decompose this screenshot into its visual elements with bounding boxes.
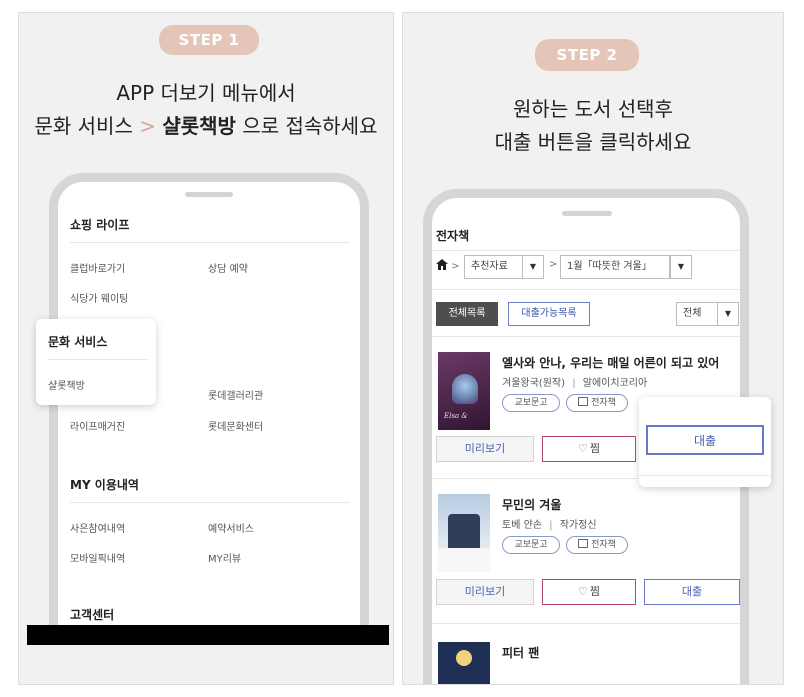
phone-notch [185,192,233,197]
section-shopping-life: 쇼핑 라이프 [70,218,130,232]
book-cover[interactable] [438,494,490,572]
section-customer-center: 고객센터 [70,608,115,622]
menu-item-my-review[interactable]: MY리뷰 [208,550,241,565]
divider [70,242,350,243]
step2-headline-line2: 대출 버튼을 클릭하세요 [494,130,692,154]
wishlist-button[interactable]: ♡ 찜 [542,436,636,462]
divider [432,250,740,251]
book-cover[interactable]: Elsa & [438,352,490,430]
book-meta: 겨울왕국(원작) | 알에이치코리아 [502,374,647,389]
ebook-badge-label: 전자책 [591,540,616,550]
divider [639,475,771,476]
step2-badge: STEP 2 [535,39,639,71]
ebook-icon [578,539,589,548]
step1-panel: STEP 1 APP 더보기 메뉴에서 문화 서비스 > 샬롯책방 으로 접속하… [18,12,394,685]
loan-button-highlighted[interactable]: 대출 [646,425,764,455]
headline-connect-text: 으로 접속하세요 [242,114,378,138]
menu-item-lotte-gallery[interactable]: 롯데갤러리관 [208,387,263,402]
cover-moon [456,650,472,666]
chevron-right-icon: > [549,259,558,270]
loan-highlight-card: 대출 [639,397,771,487]
headline-charlotte-bookroom: 샬롯책방 [162,114,236,138]
ebook-badge-label: 전자책 [591,398,616,408]
wishlist-label: 찜 [589,442,600,455]
step2-panel: STEP 2 원하는 도서 선택후 대출 버튼을 클릭하세요 전자책 > 추천자… [402,12,784,685]
book-meta: 토베 얀손 | 작가정신 [502,516,597,531]
book-title[interactable]: 피터 팬 [502,644,539,661]
ebook-icon [578,397,589,406]
step1-badge: STEP 1 [159,25,259,55]
menu-item-reservation[interactable]: 예약서비스 [208,520,254,535]
collection-select[interactable]: 1월「따뜻한 겨울」 [560,255,670,279]
book-author: 겨울왕국(원작) [502,378,566,389]
book-title[interactable]: 무민의 겨울 [502,496,561,513]
menu-item-club[interactable]: 클럽바로가기 [70,260,125,275]
cover-illustration [452,374,478,404]
chevron-down-icon[interactable]: ▼ [522,255,544,279]
ebook-section-title: 전자책 [436,229,470,243]
cover-illustration [448,514,480,548]
divider [70,502,350,503]
sort-select[interactable]: 전체 [676,302,720,326]
chevron-down-icon[interactable]: ▼ [670,255,692,279]
home-icon[interactable] [436,259,448,270]
step1-headline-line2: 문화 서비스 > 샬롯책방 으로 접속하세요 [19,110,393,143]
menu-item-culture-center[interactable]: 롯데문화센터 [208,418,263,433]
tab-all-list[interactable]: 전체목록 [436,302,498,326]
step2-headline-line1: 원하는 도서 선택후 [513,97,673,121]
wishlist-button[interactable]: ♡ 찜 [542,579,636,605]
ebook-badge: 전자책 [566,394,628,412]
store-badge: 교보문고 [502,536,560,554]
menu-item-waiting[interactable]: 식당가 웨이팅 [70,290,128,305]
chevron-down-icon[interactable]: ▼ [717,302,739,326]
heart-icon: ♡ [578,442,588,455]
section-my-history: MY 이용내역 [70,478,139,492]
heart-icon: ♡ [578,585,588,598]
chevron-right-icon: > [451,261,460,272]
menu-item-gift-history[interactable]: 사은참여내역 [70,520,125,535]
headline-culture-service: 문화 서비스 [34,114,133,138]
phone-notch [562,211,612,216]
meta-separator: | [549,520,553,531]
step1-headline-line1: APP 더보기 메뉴에서 [116,81,296,105]
divider [432,289,740,290]
menu-item-life-magazine[interactable]: 라이프매거진 [70,418,125,433]
bottom-black-bar [27,625,389,645]
culture-service-highlight-card: 문화 서비스 샬롯책방 [36,319,156,405]
preview-button[interactable]: 미리보기 [436,579,534,605]
tab-available-list[interactable]: 대출가능목록 [508,302,590,326]
store-badge: 교보문고 [502,394,560,412]
preview-button[interactable]: 미리보기 [436,436,534,462]
menu-item-consult[interactable]: 상담 예약 [208,260,248,275]
menu-item-charlotte-bookroom[interactable]: 샬롯책방 [48,377,85,392]
cover-script-mark: Elsa & [444,412,468,420]
divider [432,623,740,624]
headline-arrow: > [139,114,156,138]
breadcrumb: > [436,259,460,272]
book-publisher: 작가정신 [559,520,597,531]
meta-separator: | [572,378,576,389]
wishlist-label: 찜 [589,585,600,598]
book-cover[interactable] [438,642,490,684]
book-author: 토베 얀손 [502,520,542,531]
loan-button[interactable]: 대출 [644,579,740,605]
ebook-badge: 전자책 [566,536,628,554]
book-publisher: 알에이치코리아 [582,378,648,389]
section-culture-service: 문화 서비스 [48,335,108,349]
divider [432,336,740,337]
menu-item-mobile-pick[interactable]: 모바일픽내역 [70,550,125,565]
book-title[interactable]: 엘사와 안나, 우리는 매일 어른이 되고 있어 [502,354,719,371]
divider [48,359,148,360]
cover-snow [438,548,490,572]
